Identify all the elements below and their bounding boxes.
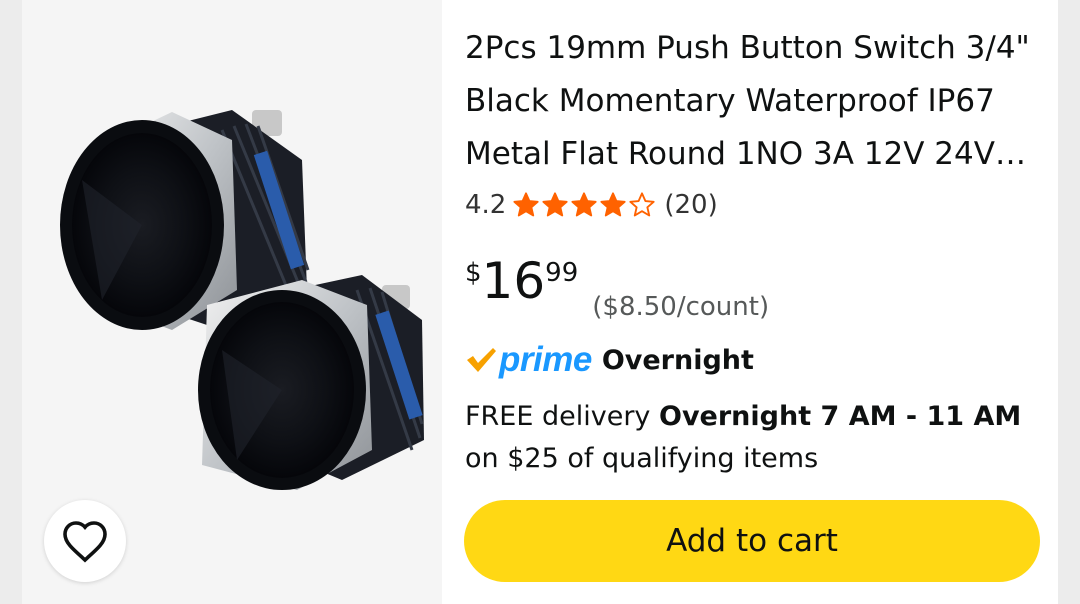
star-filled-icon <box>571 192 597 217</box>
price-whole: 16 <box>481 252 546 310</box>
add-to-cart-button[interactable]: Add to cart <box>464 500 1040 582</box>
delivery-prefix: FREE delivery <box>465 401 659 432</box>
delivery-info: FREE delivery Overnight 7 AM - 11 AM on … <box>465 396 1045 480</box>
star-filled-icon <box>600 192 626 217</box>
prime-logo: prime <box>499 340 592 379</box>
price-currency-symbol: $ <box>465 258 482 288</box>
prime-badge: prime Overnight <box>465 340 754 380</box>
review-count: (20) <box>664 190 718 220</box>
star-filled-icon <box>513 192 539 217</box>
prime-speed: Overnight <box>601 344 754 376</box>
rating-value: 4.2 <box>465 190 507 220</box>
product-details: 2Pcs 19mm Push Button Switch 3/4" Black … <box>465 22 1045 474</box>
product-card-page: 2Pcs 19mm Push Button Switch 3/4" Black … <box>0 0 1080 604</box>
delivery-window: Overnight 7 AM - 11 AM <box>659 401 1022 432</box>
switch-front <box>198 275 424 490</box>
product-title[interactable]: 2Pcs 19mm Push Button Switch 3/4" Black … <box>465 22 1035 181</box>
star-filled-icon <box>542 192 568 217</box>
rating-row[interactable]: 4.2 (20) <box>465 190 718 220</box>
delivery-qualifier: on $25 of qualifying items <box>465 443 819 474</box>
heart-outline-icon <box>63 521 107 563</box>
price-row: $ 16 99 ($8.50/count) <box>465 252 769 322</box>
star-empty-icon <box>629 192 655 217</box>
price-fraction: 99 <box>545 258 579 288</box>
unit-price: ($8.50/count) <box>592 292 770 322</box>
prime-check-icon <box>467 348 496 372</box>
wishlist-button[interactable] <box>44 500 126 582</box>
star-rating <box>512 191 656 219</box>
